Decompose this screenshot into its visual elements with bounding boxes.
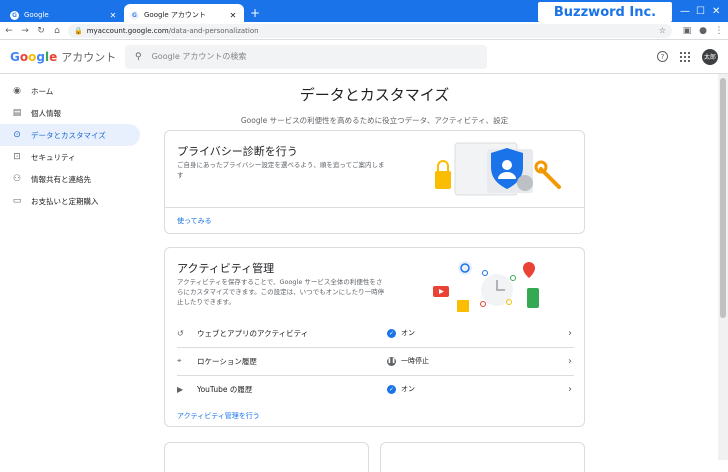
sidebar-item-people-sharing[interactable]: ⚇ 情報共有と連絡先 bbox=[0, 168, 140, 190]
id-card-icon: ▤ bbox=[12, 108, 22, 118]
people-icon: ⚇ bbox=[12, 174, 22, 184]
privacy-illustration bbox=[435, 142, 561, 196]
chevron-right-icon: › bbox=[568, 383, 572, 395]
google-favicon-icon: G bbox=[10, 10, 19, 20]
url-path: /data-and-personalization bbox=[168, 26, 259, 35]
profile-icon[interactable]: ● bbox=[698, 26, 708, 36]
card-divider bbox=[165, 207, 584, 208]
forward-icon[interactable]: → bbox=[20, 26, 30, 36]
privacy-card-desc-line1: ご自身にあったプライバシー設定を選べるよう、順を追ってご案内しま bbox=[177, 161, 385, 169]
activity-card-desc-line2: らにカスタマイズできます。この設定は、いつでもオンにしたり一時停 bbox=[177, 288, 385, 296]
window-close-icon[interactable]: ✕ bbox=[712, 6, 720, 17]
home-icon: ◉ bbox=[13, 86, 21, 96]
privacy-checkup-link[interactable]: 使ってみる bbox=[177, 216, 212, 226]
maximize-icon[interactable]: ☐ bbox=[696, 6, 705, 17]
google-logo-text: Google bbox=[10, 49, 58, 64]
reload-icon[interactable]: ↻ bbox=[36, 26, 46, 36]
activity-status-text: 一時停止 bbox=[401, 357, 429, 365]
scrollbar-thumb[interactable] bbox=[720, 78, 726, 318]
privacy-card-title: プライバシー診断を行う bbox=[177, 145, 298, 158]
activity-card-title: アクティビティ管理 bbox=[177, 262, 275, 275]
privacy-card-desc-line2: す bbox=[177, 171, 184, 179]
pause-icon: ❚❚ bbox=[387, 356, 396, 366]
sidebar-item-home[interactable]: ◉ ホーム bbox=[0, 80, 140, 102]
close-tab-icon[interactable]: ✕ bbox=[228, 11, 238, 20]
activity-row-label: ロケーション履歴 bbox=[197, 356, 257, 366]
home-icon[interactable]: ⌂ bbox=[52, 26, 62, 36]
checkmark-icon: ✓ bbox=[387, 384, 396, 394]
search-icon: ⚲ bbox=[135, 51, 142, 62]
help-icon[interactable]: ? bbox=[657, 51, 668, 62]
activity-status: ❚❚ 一時停止 bbox=[387, 356, 429, 366]
lock-icon: ⊡ bbox=[13, 152, 21, 162]
page-title: データとカスタマイズ bbox=[299, 86, 450, 104]
activity-illustration bbox=[433, 261, 539, 312]
new-tab-button[interactable]: + bbox=[248, 6, 262, 20]
chevron-right-icon: › bbox=[568, 355, 572, 367]
partial-card-left bbox=[164, 442, 369, 472]
sidebar-item-label: ホーム bbox=[31, 86, 54, 96]
sidebar-item-personal-info[interactable]: ▤ 個人情報 bbox=[0, 102, 140, 124]
back-icon[interactable]: ← bbox=[4, 26, 14, 36]
chevron-right-icon: › bbox=[568, 327, 572, 339]
avatar[interactable]: 太郎 bbox=[702, 48, 718, 65]
activity-controls-card: アクティビティ管理 アクティビティを保存することで、Google サービス全体の… bbox=[164, 247, 585, 427]
google-account-logo[interactable]: Google アカウント bbox=[10, 49, 125, 65]
browser-toolbar: ← → ↻ ⌂ 🔒 myaccount.google.com/data-and-… bbox=[0, 22, 728, 40]
url-domain: myaccount.google.com bbox=[86, 26, 169, 35]
toggle-icon: ⊙ bbox=[13, 130, 21, 140]
activity-row-label: ウェブとアプリのアクティビティ bbox=[197, 328, 309, 338]
sidebar-item-label: 情報共有と連絡先 bbox=[31, 174, 91, 184]
privacy-checkup-card: プライバシー診断を行う ご自身にあったプライバシー設定を選べるよう、順を追ってご… bbox=[164, 130, 585, 234]
credit-card-icon: ▭ bbox=[12, 196, 22, 206]
bookmark-star-icon[interactable]: ☆ bbox=[659, 26, 666, 35]
address-bar[interactable]: 🔒 myaccount.google.com/data-and-personal… bbox=[68, 23, 672, 38]
sidebar-item-label: データとカスタマイズ bbox=[31, 130, 106, 140]
page-subtitle: Google サービスの利便性を高めるために役立つデータ、アクティビティ、設定 bbox=[240, 116, 509, 125]
google-favicon-icon: G bbox=[130, 10, 139, 20]
sidebar-item-data-personalization[interactable]: ⊙ データとカスタマイズ bbox=[0, 124, 140, 146]
apps-grid-icon[interactable] bbox=[680, 51, 690, 62]
sidebar-item-label: セキュリティ bbox=[31, 152, 76, 162]
close-tab-icon[interactable]: ✕ bbox=[108, 11, 118, 20]
sidebar-nav: ◉ ホーム ▤ 個人情報 ⊙ データとカスタマイズ ⊡ セキュリティ ⚇ 情報共… bbox=[0, 80, 145, 212]
location-pin-icon: ⌖ bbox=[177, 356, 182, 365]
lock-icon: 🔒 bbox=[74, 26, 83, 35]
activity-status: ✓ オン bbox=[387, 384, 415, 394]
header-actions: ? 太郎 bbox=[657, 48, 718, 65]
page-scrollbar[interactable] bbox=[718, 74, 728, 460]
account-header: Google アカウント ⚲ Google アカウントの検索 ? 太郎 bbox=[0, 40, 728, 74]
tab-title: Google bbox=[24, 11, 49, 19]
tab-title: Google アカウント bbox=[144, 11, 206, 19]
activity-status-text: オン bbox=[401, 329, 415, 337]
activity-row-label: YouTube の履歴 bbox=[197, 384, 253, 394]
main-content: データとカスタマイズ Google サービスの利便性を高めるために役立つデータ、… bbox=[164, 80, 585, 472]
sidebar-item-label: お支払いと定期購入 bbox=[31, 196, 99, 206]
extension-icon[interactable]: ▣ bbox=[682, 26, 692, 36]
history-icon: ↺ bbox=[177, 328, 184, 338]
account-search-input[interactable]: ⚲ Google アカウントの検索 bbox=[125, 44, 487, 69]
sidebar-item-label: 個人情報 bbox=[31, 108, 61, 118]
sidebar-item-security[interactable]: ⊡ セキュリティ bbox=[0, 146, 140, 168]
youtube-icon: ▶ bbox=[177, 384, 184, 394]
minimize-icon[interactable]: — bbox=[680, 6, 690, 17]
activity-card-desc-line1: アクティビティを保存することで、Google サービス全体の利便性をさ bbox=[177, 278, 383, 286]
activity-row-youtube[interactable]: ▶ YouTube の履歴 ✓ オン › bbox=[165, 375, 584, 403]
menu-kebab-icon[interactable]: ⋮ bbox=[714, 26, 724, 36]
brand-watermark: Buzzword Inc. bbox=[538, 2, 672, 22]
sidebar-item-payments[interactable]: ▭ お支払いと定期購入 bbox=[0, 190, 140, 212]
manage-activity-link[interactable]: アクティビティ管理を行う bbox=[177, 411, 260, 421]
checkmark-icon: ✓ bbox=[387, 328, 396, 338]
activity-row-web-app[interactable]: ↺ ウェブとアプリのアクティビティ ✓ オン › bbox=[165, 319, 584, 347]
activity-status: ✓ オン bbox=[387, 328, 415, 338]
activity-status-text: オン bbox=[401, 385, 415, 393]
activity-card-desc-line3: 止したりできます。 bbox=[177, 298, 235, 306]
search-placeholder: Google アカウントの検索 bbox=[151, 52, 247, 61]
activity-row-location[interactable]: ⌖ ロケーション履歴 ❚❚ 一時停止 › bbox=[165, 347, 584, 375]
account-logo-label: アカウント bbox=[61, 50, 117, 64]
partial-card-right bbox=[380, 442, 585, 472]
